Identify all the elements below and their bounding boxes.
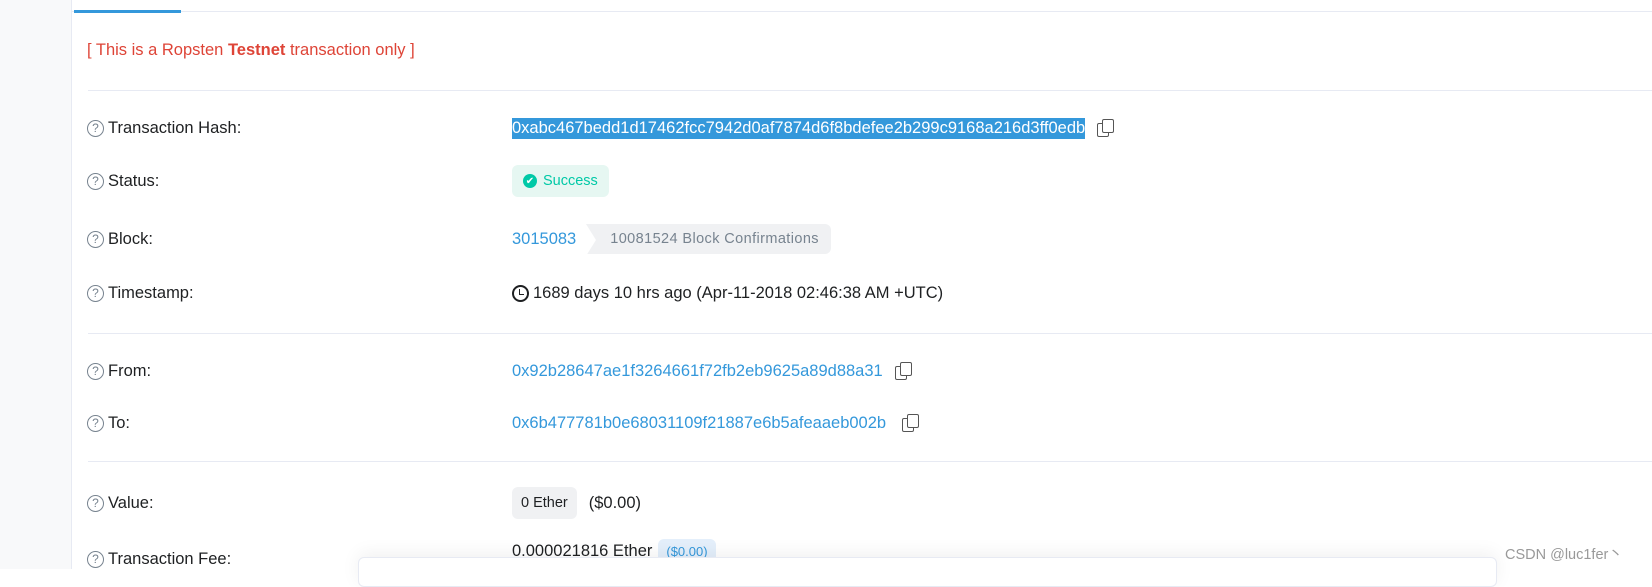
status-badge: ✔ Success	[512, 165, 609, 197]
help-icon[interactable]: ?	[87, 550, 104, 568]
copy-icon[interactable]	[894, 362, 912, 380]
copy-icon[interactable]	[902, 414, 920, 432]
sidebar	[0, 0, 72, 569]
help-icon[interactable]: ?	[87, 494, 104, 512]
divider	[88, 333, 1652, 334]
help-icon[interactable]: ?	[87, 172, 104, 190]
help-icon[interactable]: ?	[87, 362, 104, 380]
transaction-hash[interactable]: 0xabc467bedd1d17462fcc7942d0af7874d6f8bd…	[512, 117, 1086, 139]
row-value: ? Value: 0 Ether ($0.00)	[87, 487, 1652, 519]
help-icon[interactable]: ?	[87, 230, 104, 248]
divider	[88, 461, 1652, 462]
to-address-link[interactable]: 0x6b477781b0e68031109f21887e6b5afeaaeb00…	[512, 414, 886, 433]
confirmations-badge: 10081524 Block Confirmations	[586, 224, 831, 256]
watermark: CSDN @luc1fer丶	[1505, 547, 1623, 563]
divider	[88, 90, 1652, 91]
check-circle-icon: ✔	[523, 174, 537, 188]
bottom-overlay-panel	[358, 557, 1497, 587]
row-status: ? Status: ✔ Success	[87, 165, 1652, 197]
row-from: ? From: 0x92b28647ae1f3264661f72fb2eb9625…	[87, 359, 1652, 383]
tab-bar-border	[72, 11, 1652, 12]
active-tab-indicator[interactable]	[74, 10, 181, 13]
from-address-link[interactable]: 0x92b28647ae1f3264661f72fb2eb9625a89d88a…	[512, 362, 883, 381]
block-link[interactable]: 3015083	[512, 230, 576, 249]
row-block: ? Block: 3015083 10081524 Block Confirmati…	[87, 224, 1652, 256]
copy-icon[interactable]	[1097, 119, 1115, 137]
help-icon[interactable]: ?	[87, 284, 104, 302]
clock-icon	[512, 284, 529, 302]
row-timestamp: ? Timestamp: 1689 days 10 hrs ago (Apr-11…	[87, 281, 1652, 305]
testnet-notice: [ This is a Ropsten Testnet transaction …	[87, 41, 415, 59]
row-transaction-hash: ? Transaction Hash: 0xabc467bedd1d17462fc…	[87, 116, 1652, 140]
help-icon[interactable]: ?	[87, 414, 104, 432]
value-ether-badge: 0 Ether	[512, 487, 577, 519]
row-to: ? To: 0x6b477781b0e68031109f21887e6b5afea…	[87, 411, 1652, 435]
help-icon[interactable]: ?	[87, 119, 104, 137]
